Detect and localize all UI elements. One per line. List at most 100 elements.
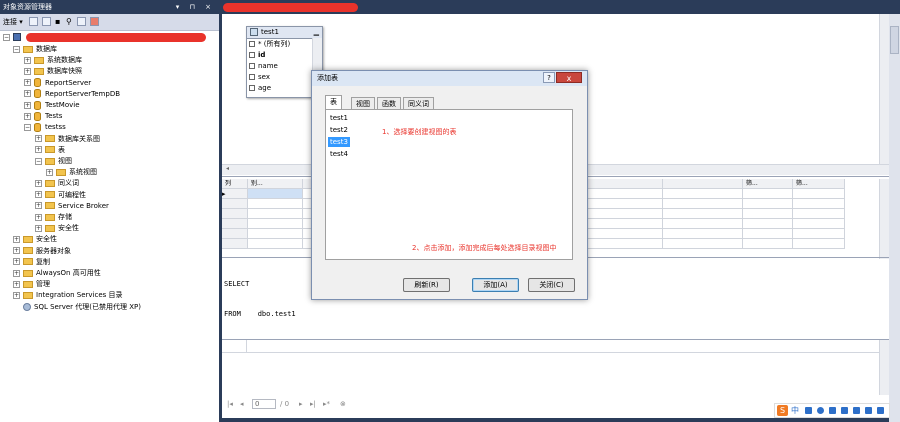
grid-cell[interactable]: [793, 219, 845, 229]
grid-cell[interactable]: [743, 209, 793, 219]
expand-icon[interactable]: +: [24, 101, 31, 109]
results-vertical-scrollbar[interactable]: [879, 340, 889, 395]
collapse-icon[interactable]: −: [3, 33, 10, 41]
filter-icon[interactable]: ⚲: [66, 17, 75, 26]
column-checkbox[interactable]: [249, 63, 255, 69]
expand-icon[interactable]: +: [13, 291, 20, 299]
scroll-left-icon[interactable]: ◂: [226, 165, 229, 172]
collapse-icon[interactable]: −: [13, 45, 20, 53]
expand-icon[interactable]: +: [24, 90, 31, 98]
settings-icon[interactable]: [877, 407, 884, 414]
tree-node[interactable]: + 数据库关系图: [35, 134, 100, 145]
grid-cell[interactable]: [663, 229, 743, 239]
grid-cell[interactable]: [583, 199, 663, 209]
grid-cell[interactable]: [793, 189, 845, 199]
minimize-icon[interactable]: ▁: [314, 27, 319, 38]
dialog-tab[interactable]: 函数: [377, 97, 401, 109]
grid-cell[interactable]: [793, 209, 845, 219]
add-button[interactable]: 添加(A): [472, 278, 519, 292]
expand-icon[interactable]: +: [35, 179, 42, 187]
grid-row-selector[interactable]: [222, 219, 248, 229]
connect-icon[interactable]: [29, 17, 38, 26]
expand-icon[interactable]: +: [35, 224, 42, 232]
skin-icon[interactable]: [853, 407, 860, 414]
first-record-icon[interactable]: |◂: [227, 400, 233, 408]
expand-icon[interactable]: +: [13, 247, 20, 255]
tree-node[interactable]: + Service Broker: [35, 201, 109, 212]
expand-icon[interactable]: +: [35, 191, 42, 199]
panel-window-buttons[interactable]: ▾ ⊓ ×: [176, 0, 215, 14]
next-record-icon[interactable]: ▸: [299, 400, 303, 408]
previous-record-icon[interactable]: ◂: [240, 400, 244, 408]
column-checkbox[interactable]: [249, 74, 255, 80]
grid-cell[interactable]: [583, 239, 663, 249]
disconnect-icon[interactable]: [42, 17, 51, 26]
tree-node[interactable]: + ReportServer: [24, 78, 91, 89]
grid-cell[interactable]: [583, 229, 663, 239]
grid-row-selector[interactable]: [222, 239, 248, 249]
tree-node[interactable]: + 复制: [13, 257, 50, 268]
diagram-column-row[interactable]: age: [247, 83, 271, 94]
table-list-item[interactable]: test1: [328, 113, 350, 123]
dialog-tab[interactable]: 视图: [351, 97, 375, 109]
record-number-input[interactable]: 0: [252, 399, 276, 409]
tree-node[interactable]: − 视图: [35, 156, 72, 167]
tree-node[interactable]: + TestMovie: [24, 100, 80, 111]
diagram-column-row[interactable]: * (所有列): [247, 39, 290, 50]
expand-icon[interactable]: +: [24, 56, 31, 64]
grid-cell[interactable]: [793, 229, 845, 239]
column-checkbox[interactable]: [249, 85, 255, 91]
connect-dropdown[interactable]: 连接 ▾: [3, 17, 23, 27]
sogou-logo[interactable]: S: [777, 405, 788, 416]
table-list-item[interactable]: test3: [328, 137, 350, 147]
close-icon[interactable]: x: [556, 72, 582, 83]
grid-cell[interactable]: [663, 239, 743, 249]
tree-node[interactable]: + 安全性: [13, 234, 57, 245]
tree-node[interactable]: + 同义词: [35, 178, 79, 189]
voice-icon[interactable]: [829, 407, 836, 414]
grid-cell[interactable]: [663, 189, 743, 199]
activity-monitor-icon[interactable]: [90, 17, 99, 26]
grid-cell[interactable]: [743, 219, 793, 229]
grid-row-selector[interactable]: [222, 199, 248, 209]
grid-cell[interactable]: [743, 189, 793, 199]
grid-row-selector[interactable]: ▸: [222, 189, 248, 199]
punctuation-icon[interactable]: [805, 407, 812, 414]
help-icon[interactable]: ?: [543, 72, 555, 83]
grid-cell[interactable]: [743, 239, 793, 249]
grid-cell[interactable]: [248, 199, 303, 209]
tree-node[interactable]: + 安全性: [35, 223, 79, 234]
last-record-icon[interactable]: ▸|: [310, 400, 316, 408]
expand-icon[interactable]: +: [13, 258, 20, 266]
diagram-vertical-scrollbar[interactable]: [879, 14, 889, 164]
dialog-tab[interactable]: 同义词: [403, 97, 434, 109]
tree-node[interactable]: + Integration Services 目录: [13, 290, 123, 301]
expand-icon[interactable]: +: [35, 146, 42, 154]
grid-cell[interactable]: [743, 199, 793, 209]
ime-language[interactable]: 中: [791, 405, 799, 416]
table-list-item[interactable]: test4: [328, 149, 350, 159]
grid-cell[interactable]: [248, 209, 303, 219]
tree-node[interactable]: + 服务器对象: [13, 246, 71, 257]
expand-icon[interactable]: +: [24, 79, 31, 87]
grid-cell[interactable]: [583, 219, 663, 229]
grid-cell[interactable]: [248, 219, 303, 229]
grid-cell[interactable]: [663, 219, 743, 229]
expand-icon[interactable]: +: [13, 269, 20, 277]
expand-icon[interactable]: +: [35, 213, 42, 221]
expand-icon[interactable]: +: [24, 67, 31, 75]
toolbox-icon[interactable]: [865, 407, 872, 414]
grid-cell[interactable]: [248, 229, 303, 239]
collapse-icon[interactable]: −: [24, 123, 31, 131]
tree-node[interactable]: + Tests: [24, 111, 62, 122]
grid-cell[interactable]: [743, 229, 793, 239]
tree-node[interactable]: SQL Server 代理(已禁用代理 XP): [13, 302, 141, 313]
tree-node[interactable]: + 系统视图: [46, 167, 97, 178]
table-list-item[interactable]: test2: [328, 125, 350, 135]
tree-node[interactable]: + 可编程性: [35, 190, 86, 201]
grid-row-selector[interactable]: [222, 209, 248, 219]
new-record-icon[interactable]: ▸*: [323, 400, 330, 408]
expand-icon[interactable]: +: [35, 202, 42, 210]
column-checkbox[interactable]: [249, 52, 255, 58]
stop-icon[interactable]: ▪: [55, 17, 64, 26]
